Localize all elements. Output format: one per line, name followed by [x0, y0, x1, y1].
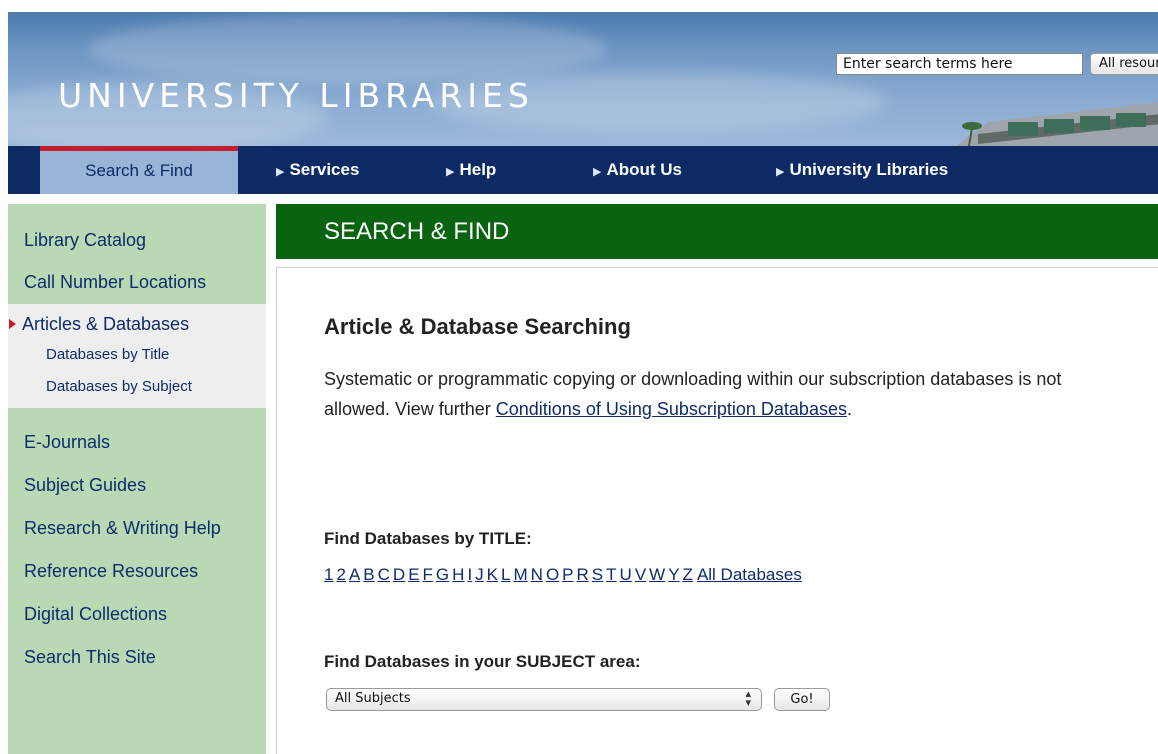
page: UNIVERSITY LIBRARIES All resources Searc… — [0, 0, 1158, 754]
subject-section-label: Find Databases in your SUBJECT area: — [324, 652, 641, 671]
sidebar-item-library-catalog[interactable]: Library Catalog — [24, 230, 146, 251]
sidebar-item-subject-guides[interactable]: Subject Guides — [24, 475, 146, 496]
alpha-link[interactable]: S — [592, 565, 603, 584]
site-title: UNIVERSITY LIBRARIES — [58, 76, 534, 115]
content-panel — [276, 267, 1158, 754]
alpha-link[interactable]: U — [620, 565, 632, 584]
nav-tab-label: Services — [289, 160, 360, 179]
intro-end: . — [846, 399, 852, 419]
subject-select-value: All Subjects — [335, 691, 411, 706]
sidebar-item-digital-collections[interactable]: Digital Collections — [24, 604, 167, 625]
sidebar: Library Catalog Call Number Locations Ar… — [8, 204, 266, 754]
alpha-link[interactable]: E — [408, 565, 419, 584]
page-heading: Article & Database Searching — [324, 314, 631, 339]
subject-select[interactable]: All Subjects ▴ ▾ — [326, 688, 762, 711]
nav-tab-services[interactable]: ▶ Services — [276, 146, 359, 194]
nav-arrow-icon: ▶ — [593, 166, 602, 178]
site-header: UNIVERSITY LIBRARIES — [8, 12, 1158, 146]
alpha-link[interactable]: G — [436, 565, 449, 584]
sidebar-item-research-writing-help[interactable]: Research & Writing Help — [24, 518, 221, 539]
alpha-link[interactable]: 2 — [336, 565, 345, 584]
alpha-link[interactable]: A — [349, 565, 360, 584]
alpha-link[interactable]: L — [501, 565, 510, 584]
sidebar-item-reference-resources[interactable]: Reference Resources — [24, 561, 198, 582]
alpha-link[interactable]: F — [423, 565, 433, 584]
nav-tab-label: About Us — [606, 160, 683, 179]
alpha-link[interactable]: Z — [683, 565, 693, 584]
alpha-link[interactable]: P — [562, 565, 573, 584]
header-cloud — [88, 14, 608, 84]
alpha-link[interactable]: J — [475, 565, 484, 584]
section-banner: SEARCH & FIND — [276, 204, 1158, 259]
go-button[interactable]: Go! — [774, 688, 830, 711]
alpha-link[interactable]: K — [487, 565, 498, 584]
search-scope-select[interactable]: All resources — [1090, 53, 1158, 75]
alpha-link[interactable]: W — [649, 565, 665, 584]
main-nav: Search & Find ▶ Services ▶ Help ▶ About Us … — [8, 146, 1158, 194]
alpha-link[interactable]: D — [393, 565, 405, 584]
alpha-link[interactable]: V — [635, 565, 646, 584]
sidebar-current-section: Articles & Databases Databases by Title … — [8, 304, 266, 408]
sidebar-item-e-journals[interactable]: E-Journals — [24, 432, 110, 453]
alpha-link[interactable]: T — [606, 565, 616, 584]
section-title: SEARCH & FIND — [324, 218, 510, 245]
alpha-link[interactable]: Y — [668, 565, 679, 584]
nav-arrow-icon: ▶ — [276, 166, 285, 178]
select-arrows-icon: ▴ ▾ — [745, 688, 751, 709]
alphabet-index: 1 2 A B C D E F G H I J K L M N O P R S T U V W Y Z All Databases — [324, 565, 802, 585]
nav-tab-search-find[interactable]: Search & Find — [40, 146, 238, 194]
sidebar-item-search-this-site[interactable]: Search This Site — [24, 647, 156, 668]
title-section-label: Find Databases by TITLE: — [324, 529, 532, 548]
alpha-link[interactable]: H — [452, 565, 464, 584]
sidebar-item-articles-databases[interactable]: Articles & Databases — [22, 314, 189, 335]
nav-tab-label: University Libraries — [789, 160, 949, 179]
intro-paragraph: Systematic or programmatic copying or do… — [324, 364, 1084, 424]
alpha-link[interactable]: I — [467, 565, 472, 584]
current-marker-icon — [9, 319, 16, 329]
nav-tab-about-us[interactable]: ▶ About Us — [593, 146, 682, 194]
nav-arrow-icon: ▶ — [776, 166, 785, 178]
nav-tab-university-libraries[interactable]: ▶ University Libraries — [776, 146, 948, 194]
sidebar-subitem-databases-by-subject[interactable]: Databases by Subject — [46, 378, 192, 395]
conditions-link[interactable]: Conditions of Using Subscription Databas… — [496, 399, 847, 419]
alpha-link[interactable]: O — [546, 565, 559, 584]
nav-tab-help[interactable]: ▶ Help — [446, 146, 496, 194]
nav-tab-label: Help — [459, 160, 497, 179]
site-search-input[interactable] — [836, 53, 1083, 75]
all-databases-link[interactable]: All Databases — [697, 565, 802, 584]
library-building-image — [956, 102, 1158, 146]
sidebar-subitem-databases-by-title[interactable]: Databases by Title — [46, 346, 169, 363]
sidebar-item-call-number-locations[interactable]: Call Number Locations — [24, 272, 206, 293]
alpha-link[interactable]: C — [378, 565, 390, 584]
nav-arrow-icon: ▶ — [446, 166, 455, 178]
alpha-link[interactable]: N — [531, 565, 543, 584]
alpha-link[interactable]: R — [577, 565, 589, 584]
alpha-link[interactable]: B — [363, 565, 374, 584]
alpha-link[interactable]: 1 — [324, 565, 333, 584]
alpha-link[interactable]: M — [513, 565, 527, 584]
